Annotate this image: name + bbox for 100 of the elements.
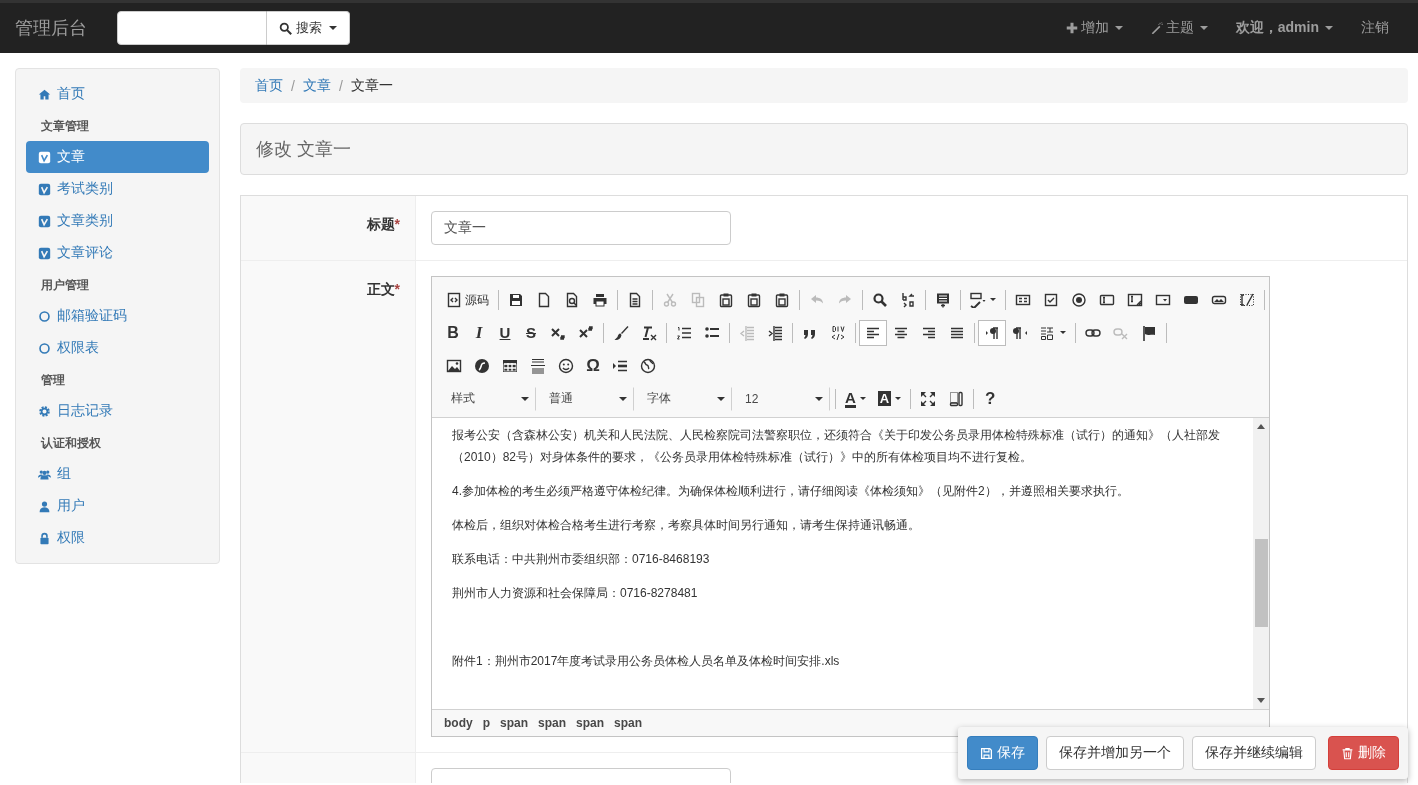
table-grid-icon — [502, 357, 518, 374]
action-button[interactable]: 保存 — [967, 736, 1038, 770]
outdent-icon — [739, 324, 755, 341]
v-square-icon — [38, 246, 51, 260]
v-square-icon — [38, 150, 51, 164]
editor-paragraph: 荆州市人力资源和社会保障局：0716-8278481 — [452, 585, 699, 602]
v-square-icon — [38, 182, 51, 196]
element-path-item[interactable]: span — [576, 716, 605, 730]
copy-icon — [690, 291, 706, 308]
circle-icon — [38, 341, 51, 355]
editor-paragraph: 体检后，组织对体检合格考生进行考察，考察具体时间另行通知，请考生保持通讯畅通。 — [452, 517, 921, 534]
sidebar-item[interactable]: 日志记录 — [26, 395, 209, 427]
remove-format-icon — [641, 324, 657, 341]
toolbar-button[interactable]: U — [492, 319, 518, 346]
smiley-icon — [558, 357, 574, 374]
toolbar-button[interactable]: A — [871, 385, 908, 412]
breadcrumb-current: 文章一 — [350, 76, 393, 95]
sidebar-section-header: 用户管理 — [40, 277, 90, 294]
sidebar-item[interactable]: 组 — [26, 458, 209, 490]
scrollbar-thumb[interactable] — [1254, 539, 1268, 627]
search-icon — [872, 291, 888, 308]
brand-title[interactable]: 管理后台 — [15, 16, 87, 40]
toolbar-button[interactable]: I — [466, 319, 492, 346]
toolbar-button[interactable]: A — [839, 385, 872, 412]
sidebar-item[interactable]: 文章 — [26, 141, 209, 173]
globe-icon — [640, 357, 656, 374]
circle-icon — [38, 309, 51, 323]
trash-icon — [1341, 746, 1354, 760]
plus-icon — [1065, 22, 1078, 34]
maximize-icon — [920, 390, 937, 407]
breadcrumb-link[interactable]: 文章 — [302, 76, 331, 95]
nav-menu[interactable]: 增加 — [1051, 3, 1137, 53]
element-path-item[interactable]: span — [538, 716, 567, 730]
nav-menu[interactable]: 注销 — [1347, 3, 1403, 53]
toolbar-button[interactable]: Ω — [580, 352, 606, 379]
paintbrush-icon — [613, 324, 629, 341]
toolbar-button[interactable]: S — [518, 319, 544, 346]
field-label: 正文* — [366, 281, 400, 297]
v-square-icon — [38, 214, 51, 228]
element-path-item[interactable]: span — [614, 716, 643, 730]
sidebar-item[interactable]: 权限 — [26, 522, 209, 554]
div-tag-icon — [830, 324, 846, 341]
magic-wand-icon — [1150, 22, 1163, 34]
sidebar-item[interactable]: 权限表 — [26, 332, 209, 364]
caret-icon — [329, 26, 337, 30]
radio-button-icon — [1071, 291, 1087, 308]
toolbar-button[interactable]: 源码 — [440, 286, 495, 313]
action-button[interactable]: 保存并继续编辑 — [1192, 736, 1316, 770]
caret-icon — [1325, 26, 1333, 30]
element-path-item[interactable]: span — [500, 716, 529, 730]
sidebar-item[interactable]: 用户 — [26, 490, 209, 522]
breadcrumb-separator: / — [338, 77, 343, 94]
caret-icon — [815, 396, 823, 401]
caret-icon — [717, 396, 725, 401]
nav-menu[interactable]: 欢迎，admin — [1221, 3, 1347, 53]
scrollbar[interactable] — [1253, 418, 1269, 709]
toolbar-button[interactable] — [978, 319, 1006, 346]
nav-menu[interactable]: 主题 — [1136, 3, 1222, 53]
clipboard-icon — [746, 291, 762, 308]
sidebar-item[interactable]: 考试类别 — [26, 173, 209, 205]
search-button[interactable]: 搜索 — [267, 11, 350, 45]
action-button[interactable]: 保存并增加另一个 — [1046, 736, 1184, 770]
floppy-disk-icon — [980, 746, 993, 760]
breadcrumb-link[interactable]: 首页 — [255, 76, 283, 95]
scroll-up-icon[interactable] — [1257, 424, 1265, 429]
sidebar-item[interactable]: 文章评论 — [26, 237, 209, 269]
numbered-list-icon — [676, 324, 692, 341]
element-path-item[interactable]: p — [482, 716, 490, 730]
sidebar-section-header: 管理 — [40, 372, 66, 389]
action-button[interactable]: 删除 — [1328, 736, 1399, 770]
flag-icon — [1141, 324, 1157, 341]
toolbar-button[interactable]: B — [440, 319, 466, 346]
code-page-icon — [446, 291, 462, 308]
clipboard-icon — [718, 291, 734, 308]
pilcrow-left-icon — [1012, 324, 1028, 341]
bulleted-list-icon — [704, 324, 720, 341]
caret-icon — [619, 396, 627, 401]
hidden-field-icon — [1239, 291, 1255, 308]
search-field[interactable] — [117, 11, 267, 45]
breadcrumb-separator: / — [291, 77, 295, 94]
sidebar-item[interactable]: 文章类别 — [26, 205, 209, 237]
title-input[interactable]: 文章一 — [431, 211, 731, 245]
toolbar-button[interactable] — [859, 319, 887, 346]
caret-icon — [1060, 331, 1066, 334]
toolbar-dropdown[interactable]: 字体 — [636, 386, 732, 411]
toolbar-dropdown[interactable]: 样式 — [440, 386, 536, 411]
sidebar-item[interactable]: 首页 — [26, 78, 209, 110]
toolbar-button[interactable]: ? — [977, 385, 1004, 412]
toolbar-dropdown[interactable]: 12 — [734, 386, 830, 411]
caret-icon — [990, 298, 996, 301]
element-path-item[interactable]: body — [444, 716, 473, 730]
caret-icon — [1114, 26, 1123, 30]
toolbar-dropdown[interactable]: 普通 — [538, 386, 634, 411]
indent-icon — [767, 324, 783, 341]
scroll-down-icon[interactable] — [1257, 698, 1265, 703]
sidebar-section-header: 认证和授权 — [39, 435, 102, 452]
sidebar-item[interactable]: 邮箱验证码 — [26, 300, 209, 332]
scissors-icon — [662, 291, 678, 308]
text-page-icon — [627, 291, 643, 308]
field-label: 标题* — [366, 216, 400, 232]
